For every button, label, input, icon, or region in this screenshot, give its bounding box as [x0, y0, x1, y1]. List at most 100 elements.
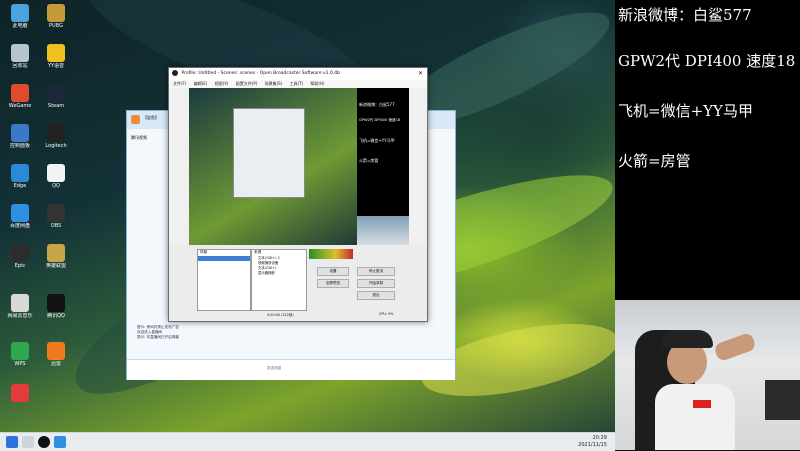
start-recording-button[interactable]: 开始录制 — [357, 279, 395, 288]
source-item[interactable]: 显示器捕获 — [252, 270, 306, 275]
desktop-icon[interactable]: 腾讯QQ — [38, 292, 74, 330]
desktop-icon[interactable] — [2, 382, 38, 420]
streamer-hair — [661, 330, 713, 348]
obs-docks: 场景 来源 文本(GDI+) 2 视频捕获设备 文本(GDI+) 显示器捕获 设… — [169, 245, 427, 321]
qq-message: 提示: 本直播间已开启弹幕 — [137, 335, 179, 339]
audio-meter — [309, 249, 353, 259]
preview-webcam — [357, 216, 409, 245]
clock-date: 2021/11/15 — [578, 442, 607, 448]
desktop-icon[interactable]: Edge — [2, 162, 38, 200]
taskbar: 20:29 2021/11/15 — [0, 432, 615, 451]
obs-title-text: Profile: Untitled - Scenes: scenes - Ope… — [181, 71, 340, 76]
stream-info-panel: 新浪微博：白鲨577 GPW2代 DPI400 速度18 飞机=微信+YY马甲 … — [615, 0, 800, 300]
qq-input-placeholder: 发送消息 — [267, 366, 282, 370]
obs-menubar: 文件(F) 编辑(E) 视图(V) 配置文件(P) 场景集(S) 工具(T) 帮… — [169, 80, 427, 88]
preview-nested-obs — [233, 108, 305, 198]
edge-icon — [11, 164, 29, 182]
preview-desktop-capture — [189, 88, 357, 245]
menu-view[interactable]: 视图(V) — [215, 81, 229, 86]
recycle-bin-icon — [11, 44, 29, 62]
background-monitor — [765, 380, 800, 420]
desktop-icon[interactable]: 回收站 — [2, 42, 38, 80]
preview-overlay-line: 飞机=微信+YY马甲 — [359, 138, 395, 143]
desktop-icons: 此电脑 PUBG 回收站 YY语音 WeGame Steam 控制面板 Logi… — [0, 0, 80, 432]
settings-button[interactable]: 设置 — [317, 267, 349, 276]
desktop-icon[interactable]: 控制面板 — [2, 122, 38, 160]
exit-button[interactable]: 退出 — [357, 291, 395, 300]
obs-titlebar: Profile: Untitled - Scenes: scenes - Ope… — [169, 68, 427, 80]
plane-gift-line: 飞机=微信+YY马甲 — [618, 102, 753, 120]
wps-icon — [11, 342, 29, 360]
yy-icon — [47, 44, 65, 62]
epic-icon — [11, 244, 29, 262]
stream-status: 0:00:00 (522帧) — [267, 313, 294, 317]
streamer-arm — [713, 331, 757, 363]
obs-logo-icon — [172, 69, 178, 76]
desktop-icon[interactable]: OBS — [38, 202, 74, 240]
desktop-icon[interactable]: Steam — [38, 82, 74, 120]
rocket-gift-line: 火箭=房管 — [618, 152, 691, 170]
desktop-icon[interactable]: PUBG — [38, 2, 74, 40]
desktop-icon[interactable]: Logitech — [38, 122, 74, 160]
shirt-logo — [693, 400, 711, 408]
menu-profile[interactable]: 配置文件(P) — [236, 81, 258, 86]
desktop-icon[interactable]: QQ — [38, 162, 74, 200]
baidu-netdisk-icon — [11, 204, 29, 222]
menu-file[interactable]: 文件(F) — [173, 81, 186, 86]
qq-input-bar[interactable]: 发送消息 — [127, 359, 455, 380]
qq-penguin-icon — [47, 294, 65, 312]
wegame-icon — [11, 84, 29, 102]
desktop-icon[interactable]: WeGame — [2, 82, 38, 120]
preview-overlay-line: 火箭=房管 — [359, 158, 379, 163]
menu-help[interactable]: 帮助(H) — [310, 81, 324, 86]
desktop-icon[interactable]: WPS — [2, 340, 38, 378]
menu-scene-collection[interactable]: 场景集(S) — [265, 81, 283, 86]
scenes-dock[interactable]: 场景 — [197, 249, 251, 311]
desktop-icon[interactable]: 迅雷 — [38, 340, 74, 378]
qq-title: 【鲨鱼】 — [143, 115, 159, 120]
clock-time: 20:29 — [592, 435, 607, 441]
preview-overlay-line: GPW2代 DPI400 速度18 — [359, 118, 401, 122]
desktop-icon[interactable]: YY语音 — [38, 42, 74, 80]
qq-group-name: 腾讯视频 — [131, 135, 147, 140]
preview-text-panel: 新浪微博：白鲨577 GPW2代 DPI400 速度18 飞机=微信+YY马甲 … — [357, 88, 409, 216]
qq-message-area: 提示: 房间内禁止发布广告 欢迎进入直播间 提示: 本直播间已开启弹幕 — [137, 325, 447, 355]
start-icon[interactable] — [6, 436, 18, 448]
lol-icon — [47, 244, 65, 262]
desktop-icon[interactable]: 此电脑 — [2, 2, 38, 40]
qq-taskbar-icon[interactable] — [54, 436, 66, 448]
menu-edit[interactable]: 编辑(E) — [194, 81, 208, 86]
obs-scene-preview: 新浪微博：白鲨577 GPW2代 DPI400 速度18 飞机=微信+YY马甲 … — [189, 88, 409, 245]
sources-dock[interactable]: 来源 文本(GDI+) 2 视频捕获设备 文本(GDI+) 显示器捕获 — [251, 249, 307, 311]
streamer-shirt — [655, 384, 735, 450]
desktop-icon[interactable]: 英雄联盟 — [38, 242, 74, 280]
obs-window[interactable]: Profile: Untitled - Scenes: scenes - Ope… — [168, 67, 428, 322]
system-clock: 20:29 2021/11/15 — [578, 435, 607, 449]
close-icon[interactable]: ✕ — [418, 68, 423, 80]
fullscreen-preview-button[interactable]: 全屏预览 — [317, 279, 349, 288]
obs-taskbar-icon[interactable] — [38, 436, 50, 448]
computer-icon — [11, 4, 29, 22]
search-icon[interactable] — [22, 436, 34, 448]
qq-member-list[interactable]: 腾讯视频 — [131, 135, 171, 335]
menu-tools[interactable]: 工具(T) — [290, 81, 304, 86]
stop-stream-button[interactable]: 停止推流 — [357, 267, 395, 276]
qq-avatar-icon — [131, 115, 140, 124]
weibo-line: 新浪微博：白鲨577 — [618, 6, 752, 24]
preview-overlay-line: 新浪微博：白鲨577 — [359, 102, 395, 107]
scene-item-selected[interactable] — [198, 256, 250, 261]
pubg-icon — [47, 4, 65, 22]
logitech-icon — [47, 124, 65, 142]
desktop-wallpaper: 此电脑 PUBG 回收站 YY语音 WeGame Steam 控制面板 Logi… — [0, 0, 615, 450]
steam-icon — [47, 84, 65, 102]
webcam-feed — [615, 300, 800, 450]
xunlei-icon — [47, 342, 65, 360]
mouse-settings-line: GPW2代 DPI400 速度18 — [618, 52, 796, 70]
desktop-icon[interactable]: 网易云音乐 — [2, 292, 38, 330]
control-panel-icon — [11, 124, 29, 142]
cpu-status: CPU: 9% — [379, 312, 394, 316]
desktop-icon[interactable]: 百度网盘 — [2, 202, 38, 240]
music-icon — [11, 294, 29, 312]
obs-icon — [47, 204, 65, 222]
desktop-icon[interactable]: Epic — [2, 242, 38, 280]
